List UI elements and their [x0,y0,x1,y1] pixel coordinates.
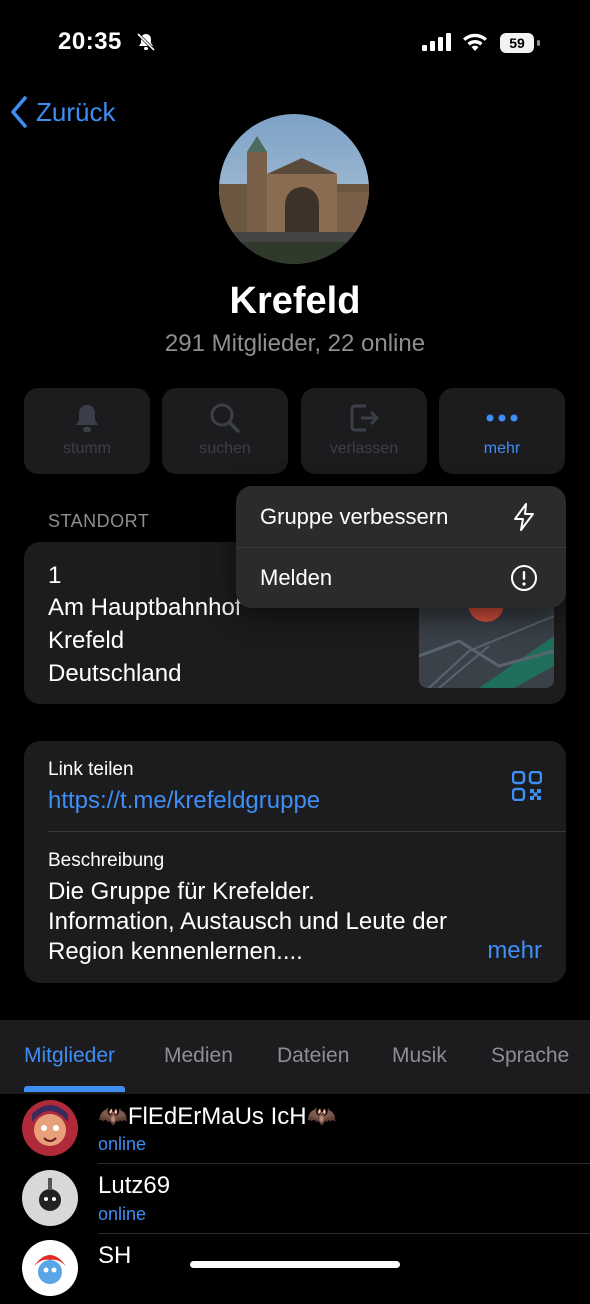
status-time: 20:35 [58,28,122,55]
description-line: Region kennenlernen.... [48,938,303,965]
chevron-left-icon [11,96,27,128]
description-line: Information, Austausch und Leute der [48,908,447,935]
info-card: Link teilen https://t.me/krefeldgruppe B… [24,741,566,983]
context-menu: Gruppe verbessern Melden [236,486,566,608]
share-link-url[interactable]: https://t.me/krefeldgruppe [48,787,320,815]
more-button[interactable]: mehr [439,388,565,474]
mute-button[interactable]: stumm [24,388,150,474]
qr-code-icon[interactable] [512,771,542,801]
tab-members[interactable]: Mitglieder [24,1044,115,1068]
description-label: Beschreibung [48,850,165,871]
avatar [22,1100,78,1156]
member-row[interactable]: 🦇FlEdErMaUs IcH🦇 online [0,1094,590,1164]
description-more-link[interactable]: mehr [487,937,542,965]
location-header: STANDORT [48,511,150,531]
group-avatar[interactable] [219,114,369,264]
leave-icon [350,404,380,432]
share-link-label: Link teilen [48,759,134,780]
more-label: mehr [483,440,521,457]
tab-files[interactable]: Dateien [277,1044,349,1068]
battery-icon: 59 [500,33,540,53]
bell-muted-icon [136,32,156,52]
member-name: SH [98,1242,132,1269]
menu-item-boost-group[interactable]: Gruppe verbessern [236,486,566,547]
wifi-icon [463,33,487,51]
home-indicator[interactable] [190,1261,400,1268]
leave-button[interactable]: verlassen [301,388,427,474]
bell-icon [76,405,98,432]
tab-media[interactable]: Medien [164,1044,233,1068]
location-line: Krefeld [48,627,125,654]
member-row[interactable]: Lutz69 online [0,1164,590,1234]
map-thumbnail[interactable] [419,596,554,688]
location-line: Deutschland [48,660,182,687]
search-icon [210,403,240,433]
member-name: Lutz69 [98,1172,171,1199]
leave-label: verlassen [329,440,399,457]
menu-item-label: Gruppe verbessern [260,503,449,529]
group-subtitle: 291 Mitglieder, 22 online [164,330,426,357]
member-status: online [98,1134,147,1154]
member-row[interactable]: SH [0,1234,590,1304]
tab-voice[interactable]: Sprache [491,1044,569,1068]
more-dots-icon [486,414,518,422]
member-status: online [98,1204,147,1224]
location-line: 1 [48,562,62,589]
battery-level: 59 [500,33,534,53]
exclamation-circle-icon [511,564,537,591]
menu-item-report[interactable]: Melden [236,547,566,608]
search-label: suchen [199,440,251,457]
mute-label: stumm [63,440,111,457]
active-tab-indicator [24,1086,125,1092]
cellular-signal-icon [422,33,451,51]
group-title: Krefeld [229,280,361,322]
lightning-icon [514,502,534,531]
menu-item-label: Melden [260,564,333,590]
back-label: Zurück [36,96,116,127]
back-button[interactable]: Zurück [10,96,115,128]
search-button[interactable]: suchen [162,388,288,474]
member-name: 🦇FlEdErMaUs IcH🦇 [98,1103,337,1130]
description-line: Die Gruppe für Krefelder. [48,878,315,905]
tab-music[interactable]: Musik [392,1044,447,1068]
location-line: Am Hauptbahnhof [48,594,242,621]
avatar [22,1240,78,1296]
avatar [22,1170,78,1226]
tab-bar: Mitglieder Medien Dateien Musik Sprache [0,1020,590,1094]
